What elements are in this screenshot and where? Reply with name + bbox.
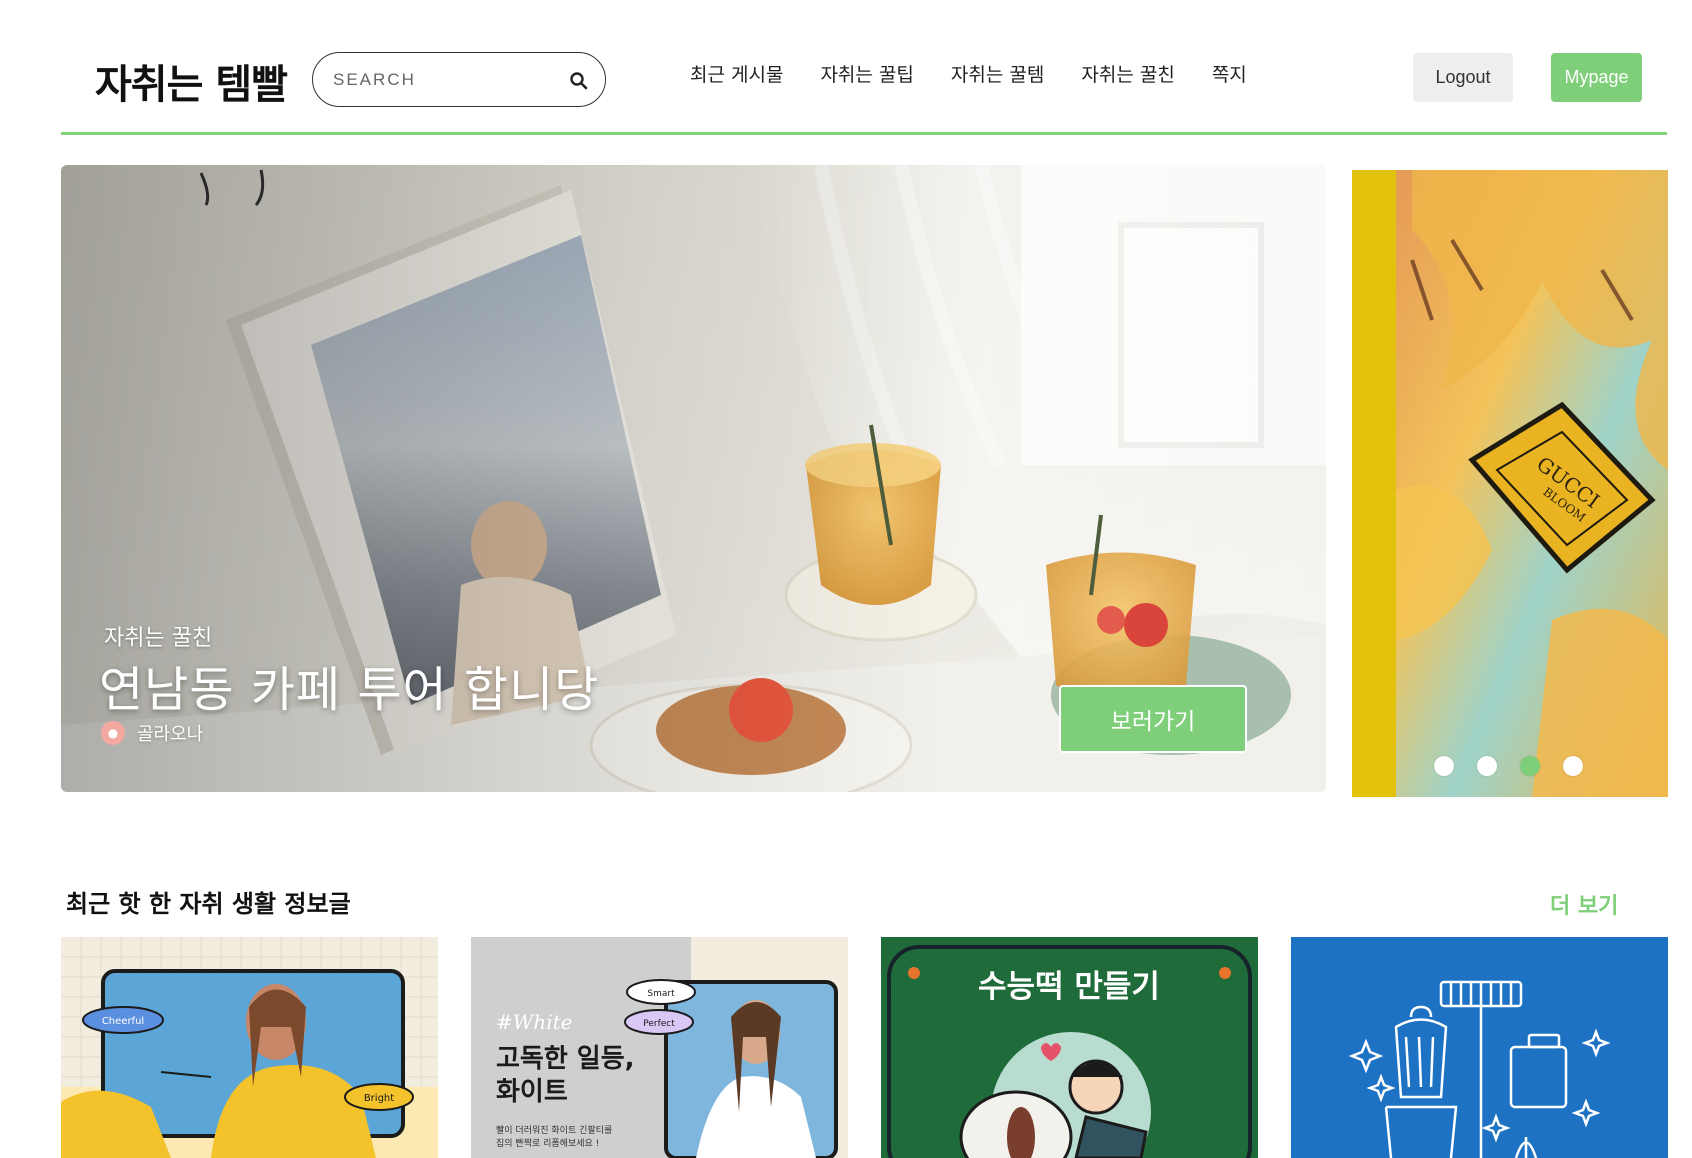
slider-pagination — [1434, 756, 1606, 776]
slider-dot[interactable] — [1434, 756, 1454, 776]
slider-dot[interactable] — [1563, 756, 1583, 776]
slider-dot[interactable] — [1477, 756, 1497, 776]
hero-slide[interactable]: 자취는 꿀친 연남동 카페 투어 합니당 ● 골라오나 보러가기 — [61, 165, 1326, 792]
card-desc-line2: 집의 빤짝로 리폼해보세요 ! — [496, 1137, 599, 1149]
card-title: 수능떡 만들기 — [978, 969, 1160, 1005]
search-box[interactable] — [312, 52, 606, 107]
hero-category: 자취는 꿀친 — [104, 626, 213, 651]
hero-title[interactable]: 연남동 카페 투어 합니당 — [99, 650, 599, 720]
tag-cheerful: Cheerful — [102, 1016, 144, 1027]
cleaning-tools-icon — [1291, 937, 1668, 1158]
post-card[interactable]: Smart Perfect #White 고독한 일등, 화이트 빨이 더러워진… — [471, 937, 848, 1158]
post-card[interactable]: Cheerful Bright — [61, 937, 438, 1158]
tag-perfect: Perfect — [643, 1019, 675, 1029]
nav-messages[interactable]: 쪽지 — [1212, 60, 1247, 90]
main-nav: 최근 게시물 자취는 꿀팁 자취는 꿀템 자취는 꿀친 쪽지 — [690, 60, 1247, 90]
more-link[interactable]: 더 보기 — [1550, 888, 1618, 920]
post-card[interactable] — [1291, 937, 1668, 1158]
header: 자취는 템빨 최근 게시물 자취는 꿀팁 자취는 꿀템 자취는 꿀친 쪽지 Lo… — [0, 0, 1692, 135]
card-hashtag: #White — [496, 1010, 572, 1034]
search-input[interactable] — [333, 68, 553, 92]
hero-author: ● 골라오나 — [101, 720, 203, 746]
view-post-button[interactable]: 보러가기 — [1059, 685, 1247, 753]
site-logo[interactable]: 자취는 템빨 — [95, 52, 288, 110]
card-image-white: Smart Perfect #White 고독한 일등, 화이트 빨이 더러워진… — [471, 937, 848, 1158]
avatar: ● — [101, 721, 125, 745]
card-image-rice-cake: 수능떡 만들기 — [881, 937, 1258, 1158]
section-title: 최근 핫 한 자취 생활 정보글 — [66, 890, 351, 918]
card-title-line1: 고독한 일등, — [496, 1044, 635, 1074]
nav-recent-posts[interactable]: 최근 게시물 — [690, 60, 783, 90]
page: 자취는 템빨 최근 게시물 자취는 꿀팁 자취는 꿀템 자취는 꿀친 쪽지 Lo… — [0, 0, 1692, 1158]
card-desc-line1: 빨이 더러워진 화이트 긴팔티를 — [496, 1124, 612, 1136]
slider-dot-active[interactable] — [1520, 756, 1540, 776]
card-image-cheerful: Cheerful Bright — [61, 937, 438, 1158]
post-card[interactable]: 수능떡 만들기 — [881, 937, 1258, 1158]
gucci-bloom-image: GUCCI BLOOM — [1352, 170, 1668, 797]
card-title-line2: 화이트 — [496, 1077, 568, 1107]
mypage-button[interactable]: Mypage — [1551, 53, 1642, 102]
tag-bright: Bright — [364, 1093, 394, 1104]
hero-next-slide[interactable]: GUCCI BLOOM — [1352, 170, 1668, 797]
nav-items[interactable]: 자취는 꿀템 — [951, 60, 1044, 90]
hero-author-name: 골라오나 — [137, 724, 204, 745]
search-icon[interactable] — [569, 71, 589, 91]
logout-button[interactable]: Logout — [1413, 53, 1513, 102]
nav-tips[interactable]: 자취는 꿀팁 — [820, 60, 913, 90]
tag-smart: Smart — [647, 989, 675, 999]
nav-friends[interactable]: 자취는 꿀친 — [1081, 60, 1174, 90]
header-divider — [61, 132, 1667, 135]
